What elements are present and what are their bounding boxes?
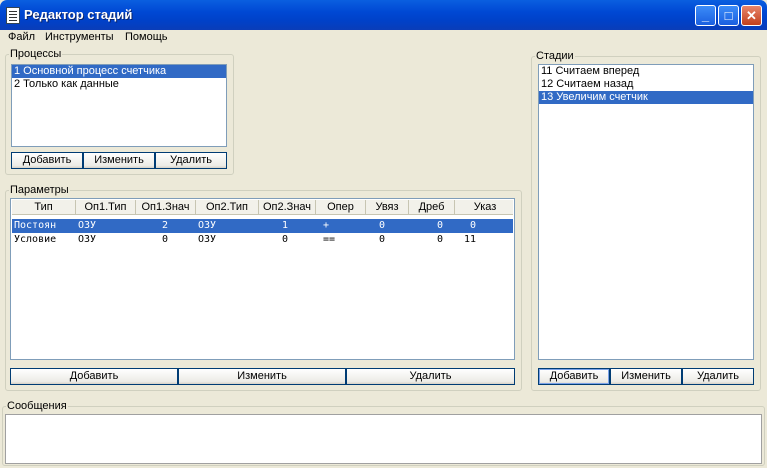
param-delete-button[interactable]: Удалить bbox=[346, 368, 515, 385]
cell-type: Условие bbox=[14, 234, 57, 245]
cell-type: Постоян bbox=[14, 220, 57, 231]
cell-pointer: 11 bbox=[464, 234, 477, 245]
col-header-link[interactable]: Увяз bbox=[366, 200, 409, 214]
menu-file[interactable]: Файл bbox=[8, 31, 35, 43]
close-button[interactable]: ✕ bbox=[741, 5, 762, 26]
cell-debounce: 0 bbox=[437, 234, 444, 245]
parameters-header: Тип Оп1.Тип Оп1.Знач Оп2.Тип Оп2.Знач Оп… bbox=[12, 200, 513, 215]
list-item[interactable]: 11 Считаем вперед bbox=[539, 65, 753, 78]
processes-legend: Процессы bbox=[10, 48, 62, 60]
maximize-button[interactable]: □ bbox=[718, 5, 739, 26]
cell-link: 0 bbox=[379, 220, 386, 231]
cell-op1-value: 2 bbox=[162, 220, 169, 231]
cell-op1-value: 0 bbox=[162, 234, 169, 245]
list-item[interactable]: 13 Увеличим счетчик bbox=[539, 91, 753, 104]
stages-legend: Стадии bbox=[536, 50, 574, 62]
list-item[interactable]: 1 Основной процесс счетчика bbox=[12, 65, 226, 78]
close-icon: ✕ bbox=[746, 8, 757, 23]
processes-list[interactable]: 1 Основной процесс счетчика 2 Только как… bbox=[11, 64, 227, 147]
col-header-op1-type[interactable]: Оп1.Тип bbox=[76, 200, 136, 214]
cell-debounce: 0 bbox=[437, 220, 444, 231]
messages-box[interactable] bbox=[5, 414, 762, 464]
process-add-button[interactable]: Добавить bbox=[11, 152, 83, 169]
menu-help[interactable]: Помощь bbox=[125, 31, 168, 43]
minimize-icon: _ bbox=[701, 8, 710, 23]
cell-op1-type: ОЗУ bbox=[78, 234, 97, 245]
table-row[interactable]: Постоян ОЗУ 2 ОЗУ 1 + 0 0 0 bbox=[12, 219, 513, 233]
menu-bar: Файл Инструменты Помощь bbox=[0, 30, 767, 46]
stage-delete-button[interactable]: Удалить bbox=[682, 368, 754, 385]
process-edit-button[interactable]: Изменить bbox=[83, 152, 155, 169]
maximize-icon: □ bbox=[724, 8, 733, 23]
param-edit-button[interactable]: Изменить bbox=[178, 368, 346, 385]
param-add-button[interactable]: Добавить bbox=[10, 368, 178, 385]
col-header-op2-type[interactable]: Оп2.Тип bbox=[196, 200, 259, 214]
parameters-table[interactable]: Тип Оп1.Тип Оп1.Знач Оп2.Тип Оп2.Знач Оп… bbox=[10, 198, 515, 360]
col-header-op1-value[interactable]: Оп1.Знач bbox=[136, 200, 196, 214]
table-row[interactable]: Условие ОЗУ 0 ОЗУ 0 == 0 0 11 bbox=[12, 233, 513, 247]
list-item[interactable]: 2 Только как данные bbox=[12, 78, 226, 91]
stage-edit-button[interactable]: Изменить bbox=[610, 368, 682, 385]
stages-list[interactable]: 11 Считаем вперед 12 Считаем назад 13 Ув… bbox=[538, 64, 754, 360]
document-icon bbox=[6, 7, 20, 24]
cell-op1-type: ОЗУ bbox=[78, 220, 97, 231]
cell-op2-value: 0 bbox=[282, 234, 289, 245]
cell-link: 0 bbox=[379, 234, 386, 245]
cell-pointer: 0 bbox=[470, 220, 477, 231]
col-header-op2-value[interactable]: Оп2.Знач bbox=[259, 200, 316, 214]
process-delete-button[interactable]: Удалить bbox=[155, 152, 227, 169]
cell-operation: + bbox=[323, 220, 330, 231]
col-header-operation[interactable]: Опер bbox=[316, 200, 366, 214]
messages-legend: Сообщения bbox=[7, 400, 67, 412]
window-title: Редактор стадий bbox=[24, 7, 133, 22]
parameters-legend: Параметры bbox=[10, 184, 69, 196]
cell-operation: == bbox=[323, 234, 336, 245]
cell-op2-type: ОЗУ bbox=[198, 220, 217, 231]
cell-op2-type: ОЗУ bbox=[198, 234, 217, 245]
stage-add-button[interactable]: Добавить bbox=[538, 368, 610, 385]
list-item[interactable]: 12 Считаем назад bbox=[539, 78, 753, 91]
cell-op2-value: 1 bbox=[282, 220, 289, 231]
col-header-pointer[interactable]: Указ bbox=[455, 200, 514, 214]
col-header-type[interactable]: Тип bbox=[12, 200, 76, 214]
title-bar: Редактор стадий _ □ ✕ bbox=[0, 0, 767, 30]
menu-tools[interactable]: Инструменты bbox=[45, 31, 114, 43]
col-header-debounce[interactable]: Дреб bbox=[409, 200, 455, 214]
minimize-button[interactable]: _ bbox=[695, 5, 716, 26]
